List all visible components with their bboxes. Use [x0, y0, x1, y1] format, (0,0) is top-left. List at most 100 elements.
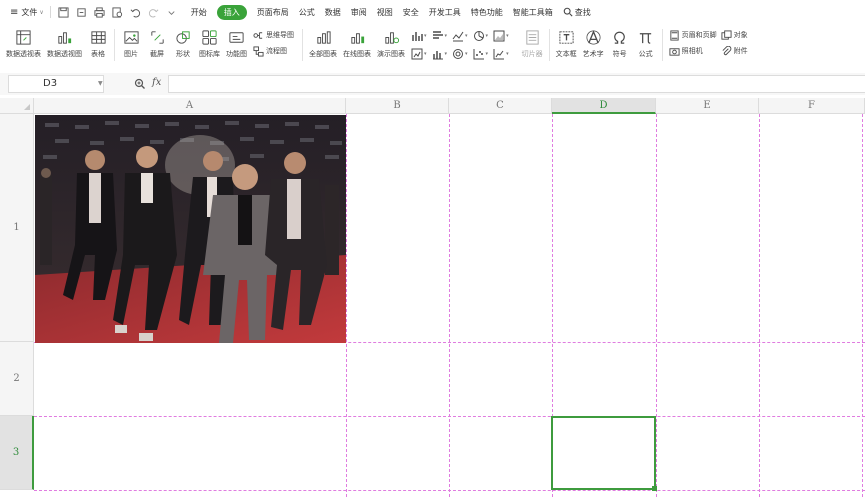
header-footer-button[interactable]: 页眉和页脚 [669, 27, 717, 43]
pie-chart-icon[interactable]: ▾ [473, 30, 488, 42]
flowchart-button[interactable]: 流程图 [253, 43, 294, 59]
hamburger-icon: ≡ [10, 6, 19, 18]
table-icon [90, 30, 106, 44]
icon-library-button[interactable]: 图标库 [199, 27, 220, 59]
output-pdf-icon[interactable] [75, 5, 89, 19]
screenshot-button[interactable]: 截屏 [147, 27, 167, 59]
formula-input[interactable] [168, 75, 865, 93]
undo-icon[interactable] [129, 5, 143, 19]
mind-map-button[interactable]: 思维导图 [253, 27, 294, 43]
shape-label: 形状 [176, 50, 190, 58]
tab-insert[interactable]: 插入 [216, 4, 247, 20]
column-header-a[interactable]: A [34, 98, 346, 114]
icon-library-icon [202, 29, 217, 45]
object-button[interactable]: 对象 [721, 27, 748, 43]
attachment-label: 附件 [733, 47, 748, 55]
tab-data[interactable]: 数据 [325, 7, 341, 18]
screenshot-icon [150, 30, 164, 44]
file-menu[interactable]: ≡ 文件 ∨ [10, 7, 44, 18]
name-box[interactable]: D3 [8, 75, 104, 93]
column-header-c[interactable]: C [449, 98, 552, 114]
tab-security[interactable]: 安全 [403, 7, 419, 18]
row-header-1[interactable]: 1 [0, 114, 34, 342]
gridline [759, 114, 760, 497]
fx-button[interactable]: fx [152, 77, 161, 88]
text-box-button[interactable]: 文本框 [556, 27, 577, 59]
search-button[interactable]: 查找 [563, 7, 591, 18]
chart-type-gallery: ▾ ▾ ▾ ▾ ▾ ▾ ▾ ▾ ▾ ▾ [411, 27, 514, 63]
line-chart-icon[interactable]: ▾ [452, 30, 468, 42]
column-header-d[interactable]: D [552, 98, 656, 114]
all-charts-button[interactable]: 全部图表 [309, 27, 337, 59]
table-button[interactable]: 表格 [88, 27, 108, 59]
demo-charts-label: 演示图表 [377, 50, 405, 58]
name-box-dropdown-icon[interactable]: ▼ [98, 80, 103, 87]
function-chart-label: 功能图 [226, 50, 247, 58]
tab-developer[interactable]: 开发工具 [429, 7, 461, 18]
tab-formulas[interactable]: 公式 [299, 7, 315, 18]
divider [548, 29, 550, 61]
column-chart-icon[interactable]: ▾ [411, 30, 427, 42]
stacked-chart-icon[interactable]: ▾ [432, 48, 447, 60]
customize-dropdown-icon[interactable] [165, 5, 179, 19]
camera-button[interactable]: 照相机 [669, 43, 717, 59]
pivot-table-label: 数据透视表 [6, 50, 41, 58]
word-art-button[interactable]: 艺术字 [583, 27, 604, 59]
row-header-3[interactable]: 3 [0, 416, 34, 490]
ribbon-insert: 数据透视表 数据透视图 表格 图片 截屏 形状 图标库 功能图 思维导图 流程图 [0, 24, 865, 66]
pivot-table-icon [16, 29, 31, 45]
demo-charts-icon [384, 31, 399, 44]
slicer-button[interactable]: 切片器 [522, 27, 543, 59]
combo-chart-icon[interactable]: ▾ [493, 48, 509, 60]
shape-button[interactable]: 形状 [173, 27, 193, 59]
gridline [346, 114, 347, 497]
formula-bar: D3 ▼ fx [0, 73, 865, 95]
table-label: 表格 [91, 50, 105, 58]
tab-home[interactable]: 开始 [191, 7, 207, 18]
scatter-chart-icon[interactable]: ▾ [473, 48, 488, 60]
attachment-button[interactable]: 附件 [721, 43, 748, 59]
online-charts-button[interactable]: 在线图表 [343, 27, 371, 59]
object-label: 对象 [733, 31, 748, 39]
area-chart-icon[interactable]: ▾ [493, 30, 509, 42]
row-header-2[interactable]: 2 [0, 342, 34, 416]
active-cell-d3[interactable] [551, 416, 656, 490]
pivot-table-button[interactable]: 数据透视表 [6, 27, 41, 59]
picture-label: 图片 [124, 50, 138, 58]
redo-icon[interactable] [147, 5, 161, 19]
save-icon[interactable] [57, 5, 71, 19]
print-preview-icon[interactable] [111, 5, 125, 19]
column-header-b[interactable]: B [346, 98, 449, 114]
equation-button[interactable]: 公式 [636, 27, 656, 59]
select-all-corner[interactable] [0, 98, 34, 114]
print-icon[interactable] [93, 5, 107, 19]
donut-chart-icon[interactable]: ▾ [452, 48, 468, 60]
tab-view[interactable]: 视图 [377, 7, 393, 18]
picture-button[interactable]: 图片 [121, 27, 141, 59]
flowchart-icon [253, 45, 264, 57]
zoom-icon[interactable] [134, 78, 146, 90]
online-charts-icon [350, 32, 364, 44]
word-art-icon [586, 29, 601, 44]
embedded-photo[interactable] [35, 115, 346, 343]
all-charts-icon [316, 30, 331, 44]
column-header-f[interactable]: F [759, 98, 865, 114]
tab-review[interactable]: 审阅 [351, 7, 367, 18]
function-chart-button[interactable]: 功能图 [226, 27, 247, 59]
stock-chart-icon[interactable]: ▾ [411, 48, 427, 60]
slicer-label: 切片器 [521, 50, 543, 58]
pivot-chart-button[interactable]: 数据透视图 [47, 27, 82, 59]
mind-map-label: 思维导图 [266, 31, 294, 39]
tab-features[interactable]: 特色功能 [471, 7, 503, 18]
column-header-e[interactable]: E [656, 98, 759, 114]
tab-smart-toolbox[interactable]: 智能工具箱 [513, 7, 553, 18]
bar-chart-icon[interactable]: ▾ [432, 30, 447, 42]
demo-charts-button[interactable]: 演示图表 [377, 27, 405, 59]
function-chart-icon [229, 31, 244, 43]
symbol-button[interactable]: 符号 [610, 27, 630, 59]
text-box-icon [558, 30, 574, 44]
pi-icon [639, 32, 652, 44]
fill-handle[interactable] [652, 486, 657, 491]
slicer-icon [525, 29, 539, 45]
tab-page-layout[interactable]: 页面布局 [257, 7, 289, 18]
